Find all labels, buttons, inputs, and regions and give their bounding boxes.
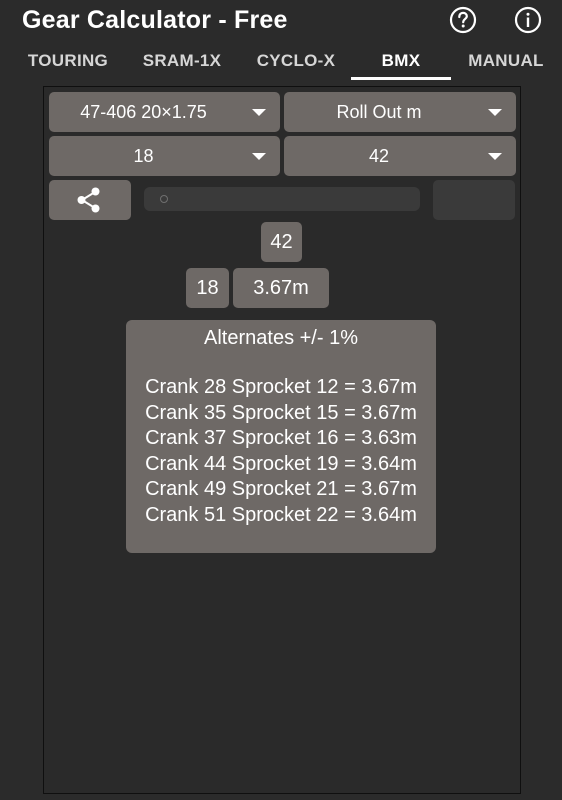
list-item: Crank 49 Sprocket 21 = 3.67m — [145, 478, 417, 501]
app-root: Gear Calculator - Free TOURING SRAM-1X C… — [0, 0, 562, 800]
list-item: Crank 35 Sprocket 15 = 3.67m — [145, 401, 417, 424]
tab-touring[interactable]: TOURING — [14, 46, 122, 80]
list-item: Crank 51 Sprocket 22 = 3.64m — [145, 503, 417, 526]
alternates-box: Alternates +/- 1% Crank 28 Sprocket 12 =… — [126, 320, 436, 553]
share-icon — [77, 187, 100, 213]
crank-dropdown[interactable]: 42 — [284, 136, 516, 176]
sprocket-value: 18 — [133, 146, 154, 166]
chevron-down-icon — [252, 153, 266, 160]
blank-button[interactable] — [433, 180, 515, 220]
tire-size-dropdown[interactable]: 47-406 20×1.75 — [49, 92, 280, 132]
tab-sram-1x[interactable]: SRAM-1X — [128, 46, 236, 80]
tab-bmx[interactable]: BMX — [351, 46, 451, 80]
tab-cyclo-x[interactable]: CYCLO-X — [242, 46, 350, 80]
list-item: Crank 28 Sprocket 12 = 3.67m — [145, 376, 417, 398]
result-sprocket: 18 — [186, 268, 229, 308]
crank-value: 42 — [368, 146, 390, 166]
list-item: Crank 37 Sprocket 16 = 3.63m — [145, 427, 417, 450]
result-rollout: 3.67m — [233, 268, 329, 308]
tab-manual[interactable]: MANUAL — [456, 46, 556, 80]
list-item: Crank 44 Sprocket 19 = 3.64m — [145, 452, 417, 475]
slider-thumb[interactable] — [160, 195, 168, 203]
alternates-list: Crank 28 Sprocket 12 = 3.67m Crank 35 Sp… — [126, 375, 436, 529]
share-button[interactable] — [49, 180, 131, 220]
alternates-title: Alternates +/- 1% — [204, 327, 358, 349]
gear-slider[interactable] — [144, 187, 420, 211]
app-bar: Gear Calculator - Free — [0, 0, 562, 46]
info-icon[interactable] — [513, 5, 543, 35]
calculator-panel: 47-406 20×1.75 Roll Out m 18 42 42 18 3.… — [43, 86, 521, 794]
result-crank: 42 — [261, 222, 302, 262]
tire-size-value: 47-406 20×1.75 — [80, 102, 207, 122]
chevron-down-icon — [488, 109, 502, 116]
mode-value: Roll Out m — [336, 102, 422, 122]
tab-bar: TOURING SRAM-1X CYCLO-X BMX MANUAL — [0, 46, 562, 80]
mode-dropdown[interactable]: Roll Out m — [284, 92, 516, 132]
chevron-down-icon — [488, 153, 502, 160]
app-title: Gear Calculator - Free — [22, 6, 288, 34]
chevron-down-icon — [252, 109, 266, 116]
sprocket-dropdown[interactable]: 18 — [49, 136, 280, 176]
help-icon[interactable] — [448, 5, 478, 35]
